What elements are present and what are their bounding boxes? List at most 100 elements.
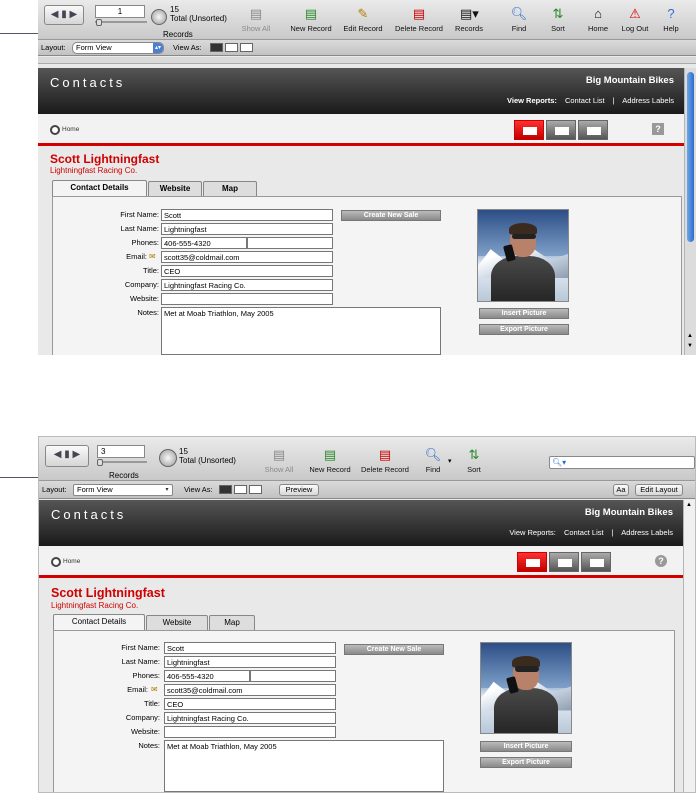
email-field[interactable]: scott35@coldmail.com bbox=[164, 684, 336, 696]
first-name-field[interactable]: Scott bbox=[161, 209, 333, 221]
layout-select[interactable]: Form View ▴▾ bbox=[72, 42, 164, 54]
current-record-input[interactable]: 1 bbox=[95, 5, 145, 18]
tab-map[interactable]: Map bbox=[203, 181, 257, 196]
edit-record-button[interactable]: ✎ Edit Record bbox=[340, 6, 386, 33]
email-icon[interactable]: ✉ bbox=[151, 685, 158, 694]
phone-field[interactable]: 406-555-4320 bbox=[164, 670, 250, 682]
contact-company: Lightningfast Racing Co. bbox=[50, 166, 138, 175]
title-field[interactable]: CEO bbox=[164, 698, 336, 710]
scroll-up-icon[interactable]: ▲ bbox=[686, 502, 692, 508]
sort-label: Sort bbox=[551, 24, 565, 33]
phone-field-2[interactable] bbox=[247, 237, 333, 249]
view-as-form-button[interactable] bbox=[210, 43, 223, 52]
home-circle-icon[interactable] bbox=[51, 557, 61, 567]
phone-field-2[interactable] bbox=[250, 670, 336, 682]
tab-contact-details[interactable]: Contact Details bbox=[52, 180, 147, 196]
records-menu-button[interactable]: ▤▾ Records bbox=[451, 6, 487, 33]
record-book-icon[interactable]: ◀ ▮ ▶ bbox=[44, 5, 84, 25]
contact-list-link[interactable]: Contact List bbox=[565, 96, 605, 105]
new-record-button[interactable]: ▤ New Record bbox=[285, 6, 337, 33]
title-field[interactable]: CEO bbox=[161, 265, 333, 277]
record-slider[interactable] bbox=[97, 461, 147, 463]
website-field[interactable] bbox=[164, 726, 336, 738]
export-picture-button[interactable]: Export Picture bbox=[479, 324, 569, 335]
current-record-input[interactable]: 3 bbox=[97, 445, 145, 458]
log-out-label: Log Out bbox=[621, 24, 649, 33]
record-slider[interactable] bbox=[95, 21, 147, 23]
company-field[interactable]: Lightningfast Racing Co. bbox=[164, 712, 336, 724]
log-out-icon: ⚠ bbox=[629, 6, 641, 21]
form-view-button[interactable] bbox=[517, 552, 547, 572]
contact-company: Lightningfast Racing Co. bbox=[51, 601, 139, 610]
home-link[interactable]: Home bbox=[63, 558, 80, 565]
website-label: Website: bbox=[130, 727, 160, 736]
insert-picture-button[interactable]: Insert Picture bbox=[480, 741, 572, 752]
find-button[interactable]: 🔍︎ Find bbox=[502, 6, 536, 33]
first-name-field[interactable]: Scott bbox=[164, 642, 336, 654]
help-icon[interactable]: ? bbox=[655, 555, 667, 567]
tab-map[interactable]: Map bbox=[209, 615, 255, 630]
create-new-sale-button[interactable]: Create New Sale bbox=[344, 644, 444, 655]
help-button[interactable]: ? Help bbox=[658, 6, 684, 33]
text-format-button[interactable]: Aa bbox=[613, 484, 629, 496]
show-all-button[interactable]: ▤ Show All bbox=[236, 6, 276, 33]
export-picture-button[interactable]: Export Picture bbox=[480, 757, 572, 768]
address-labels-link[interactable]: Address Labels bbox=[622, 96, 674, 105]
layout-label: Layout: bbox=[42, 485, 67, 494]
view-as-table-button[interactable] bbox=[249, 485, 262, 494]
company-field[interactable]: Lightningfast Racing Co. bbox=[161, 279, 333, 291]
list-view-button[interactable] bbox=[549, 552, 579, 572]
find-menu-chevron-icon[interactable]: ▾ bbox=[448, 457, 452, 465]
new-record-button[interactable]: ▤ New Record bbox=[305, 447, 355, 474]
home-button[interactable]: ⌂ Home bbox=[584, 6, 612, 33]
scrollbar-thumb[interactable] bbox=[687, 72, 694, 242]
vertical-scrollbar[interactable]: ▲ bbox=[683, 500, 695, 792]
notes-field[interactable]: Met at Moab Triathlon, May 2005 bbox=[164, 740, 444, 792]
quick-find-search-input[interactable]: 🔍︎▾ bbox=[549, 456, 695, 469]
edit-layout-button[interactable]: Edit Layout bbox=[635, 484, 683, 496]
create-new-sale-button[interactable]: Create New Sale bbox=[341, 210, 441, 221]
preview-button[interactable]: Preview bbox=[279, 484, 319, 496]
record-book-icon[interactable]: ◀ ▮ ▶ bbox=[45, 445, 89, 467]
list-view-button[interactable] bbox=[546, 120, 576, 140]
email-icon[interactable]: ✉ bbox=[149, 252, 156, 261]
table-view-button[interactable] bbox=[581, 552, 611, 572]
home-circle-icon[interactable] bbox=[50, 125, 60, 135]
address-labels-link[interactable]: Address Labels bbox=[621, 528, 673, 537]
show-all-button[interactable]: ▤ Show All bbox=[261, 447, 297, 474]
email-field[interactable]: scott35@coldmail.com bbox=[161, 251, 333, 263]
view-as-table-button[interactable] bbox=[240, 43, 253, 52]
view-as-list-button[interactable] bbox=[234, 485, 247, 494]
view-as-form-button[interactable] bbox=[219, 485, 232, 494]
phone-field[interactable]: 406-555-4320 bbox=[161, 237, 247, 249]
delete-record-button[interactable]: ▤ Delete Record bbox=[357, 447, 413, 474]
log-out-button[interactable]: ⚠ Log Out bbox=[618, 6, 652, 33]
last-name-field[interactable]: Lightningfast bbox=[164, 656, 336, 668]
record-slider-knob[interactable] bbox=[97, 459, 103, 466]
last-name-field[interactable]: Lightningfast bbox=[161, 223, 333, 235]
scroll-down-icon[interactable]: ▼ bbox=[687, 343, 693, 349]
record-slider-knob[interactable] bbox=[96, 19, 102, 26]
view-as-list-button[interactable] bbox=[225, 43, 238, 52]
insert-picture-button[interactable]: Insert Picture bbox=[479, 308, 569, 319]
delete-record-button[interactable]: ▤ Delete Record bbox=[391, 6, 447, 33]
vertical-scrollbar[interactable]: ▲ ▼ bbox=[684, 68, 696, 355]
tab-website[interactable]: Website bbox=[146, 615, 208, 630]
find-button[interactable]: 🔍︎ Find bbox=[419, 447, 447, 474]
scroll-up-icon[interactable]: ▲ bbox=[687, 333, 693, 339]
home-link[interactable]: Home bbox=[62, 126, 79, 133]
contact-list-link[interactable]: Contact List bbox=[564, 528, 604, 537]
sort-button[interactable]: ⇅ Sort bbox=[459, 447, 489, 474]
toolbar-toggle-strip[interactable] bbox=[38, 57, 696, 64]
table-view-button[interactable] bbox=[578, 120, 608, 140]
sort-button[interactable]: ⇅ Sort bbox=[543, 6, 573, 33]
layout-select[interactable]: Form View ▾ bbox=[73, 484, 173, 496]
notes-field[interactable]: Met at Moab Triathlon, May 2005 bbox=[161, 307, 441, 355]
tab-contact-details[interactable]: Contact Details bbox=[53, 614, 145, 630]
title-label: Title: bbox=[143, 266, 159, 275]
help-icon[interactable]: ? bbox=[652, 123, 664, 135]
form-view-button[interactable] bbox=[514, 120, 544, 140]
total-state: Total (Unsorted) bbox=[170, 14, 227, 23]
website-field[interactable] bbox=[161, 293, 333, 305]
tab-website[interactable]: Website bbox=[148, 181, 202, 196]
